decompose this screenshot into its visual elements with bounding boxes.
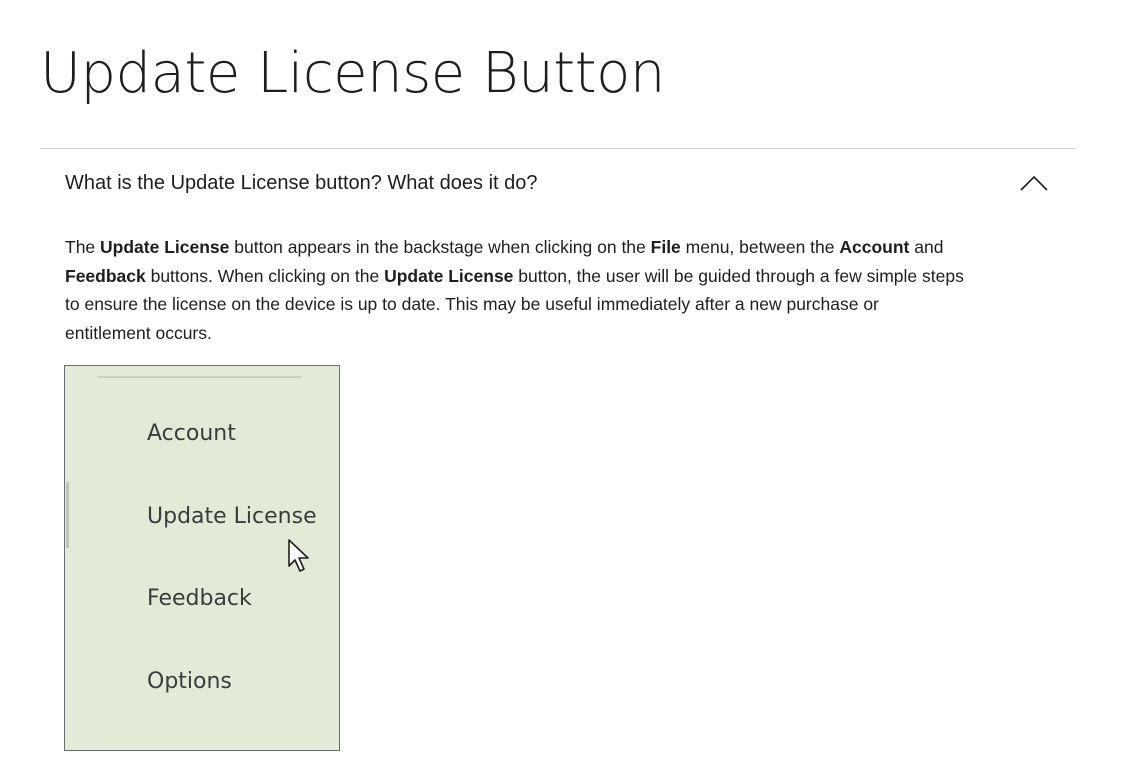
answer-segment: button appears in the backstage when cli… [229, 237, 651, 257]
menu-item-feedback[interactable]: Feedback [147, 584, 252, 614]
menu-top-divider [98, 376, 301, 378]
menu-item-update-license[interactable]: Update License [147, 502, 317, 532]
accordion-header[interactable]: What is the Update License button? What … [40, 149, 1077, 217]
answer-segment-bold: Update License [384, 265, 514, 286]
page-title: Update License Button [40, 41, 665, 106]
backstage-menu-screenshot: Account Update License Feedback Options [64, 365, 340, 751]
answer-segment: The [65, 237, 101, 257]
selection-indicator [66, 482, 69, 548]
mouse-pointer-icon [288, 539, 309, 572]
answer-text: The Update License button appears in the… [65, 233, 965, 347]
answer-segment: buttons. When clicking on the [145, 265, 385, 286]
answer-segment-bold: Feedback [65, 265, 146, 286]
chevron-up-icon[interactable] [1019, 174, 1049, 192]
answer-segment-bold: File [650, 237, 681, 257]
menu-item-options[interactable]: Options [147, 667, 232, 697]
accordion-question: What is the Update License button? What … [65, 172, 538, 194]
answer-segment: menu, between the [680, 237, 840, 257]
answer-segment: and [909, 237, 944, 257]
menu-item-account[interactable]: Account [147, 419, 236, 449]
answer-segment-bold: Account [839, 237, 910, 257]
answer-segment-bold: Update License [100, 237, 230, 257]
